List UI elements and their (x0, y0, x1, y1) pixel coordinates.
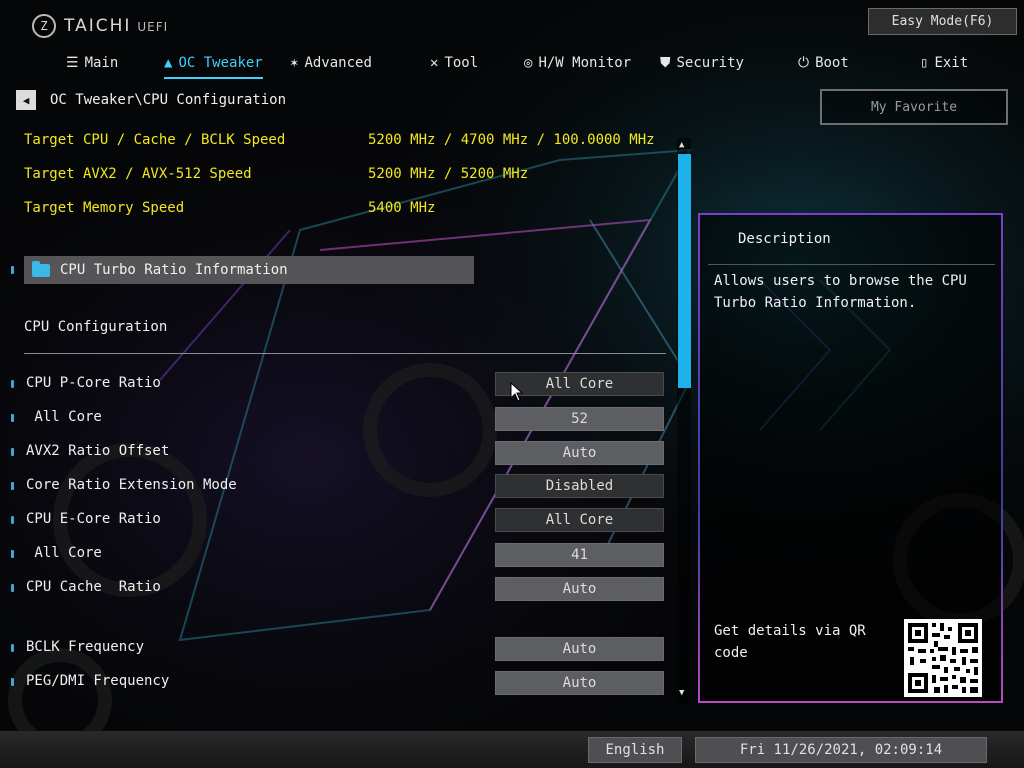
option-label-ratio-extension: Core Ratio Extension Mode (26, 477, 237, 493)
option-label-avx2-offset: AVX2 Ratio Offset (26, 443, 170, 459)
rocket-icon: ▲ (164, 55, 173, 71)
tab-advanced[interactable]: ✶ Advanced (290, 50, 372, 76)
tab-advanced-label: Advanced (304, 55, 372, 71)
folder-icon (32, 260, 50, 277)
option-value-ratio-extension[interactable]: Disabled (495, 474, 664, 498)
info-label-memory-speed: Target Memory Speed (24, 200, 185, 216)
datetime-display: Fri 11/26/2021, 02:09:14 (695, 737, 987, 763)
tab-hw-monitor-label: H/W Monitor (538, 55, 632, 71)
option-label-p-core-all-core: All Core (26, 409, 102, 425)
tab-security-label: Security (676, 55, 744, 71)
info-value-memory-speed: 5400 MHz (368, 200, 436, 216)
breadcrumb-path: OC Tweaker\CPU Configuration (50, 92, 287, 108)
easy-mode-button[interactable]: Easy Mode(F6) (868, 8, 1017, 35)
crosshair-icon: ◎ (524, 55, 533, 71)
option-label-bclk-frequency: BCLK Frequency (26, 639, 145, 655)
qr-code-icon (904, 619, 982, 697)
submenu-cpu-turbo-ratio[interactable]: CPU Turbo Ratio Information (24, 256, 474, 284)
section-title: CPU Configuration (24, 319, 168, 335)
tab-oc-tweaker[interactable]: ▲ OC Tweaker (164, 50, 263, 79)
option-label-e-core-ratio: CPU E-Core Ratio (26, 511, 161, 527)
language-button[interactable]: English (588, 737, 682, 763)
tab-oc-tweaker-label: OC Tweaker (178, 55, 263, 71)
tab-tool[interactable]: ✕ Tool (430, 50, 478, 76)
section-divider (24, 353, 666, 354)
scroll-up-arrow-icon[interactable]: ▲ (679, 140, 684, 150)
tab-main-label: Main (84, 55, 119, 71)
brand-suffix: UEFI (137, 20, 169, 34)
scrollbar-thumb[interactable] (678, 154, 691, 388)
option-value-avx2-offset[interactable]: Auto (495, 441, 664, 465)
option-label-p-core-ratio: CPU P-Core Ratio (26, 375, 161, 391)
tab-security[interactable]: ⛊ Security (660, 50, 744, 76)
row-marker (11, 266, 14, 274)
row-marker (11, 550, 14, 558)
option-value-e-core-all-core[interactable]: 41 (495, 543, 664, 567)
tab-tool-label: Tool (444, 55, 479, 71)
option-label-peg-dmi-frequency: PEG/DMI Frequency (26, 673, 170, 689)
breadcrumb: ◀ OC Tweaker\CPU Configuration (16, 90, 286, 110)
brand-name: TAICHI (64, 16, 132, 36)
qr-caption: Get details via QR code (714, 623, 866, 661)
description-divider (708, 264, 995, 265)
description-title: Description (738, 231, 831, 247)
tools-icon: ✕ (430, 55, 439, 71)
back-button[interactable]: ◀ (16, 90, 36, 110)
row-marker (11, 380, 14, 388)
star-icon: ✶ (290, 55, 299, 71)
info-value-avx-speed: 5200 MHz / 5200 MHz (368, 166, 529, 182)
tab-exit[interactable]: ▯ Exit (920, 50, 968, 76)
gear-logo-icon: Z (32, 14, 56, 38)
info-label-avx-speed: Target AVX2 / AVX-512 Speed (24, 166, 252, 182)
row-marker (11, 678, 14, 686)
option-label-cache-ratio: CPU Cache Ratio (26, 579, 161, 595)
option-value-e-core-ratio[interactable]: All Core (495, 508, 664, 532)
arrow-left-icon: ◀ (22, 93, 30, 107)
row-marker (11, 448, 14, 456)
tab-boot[interactable]: ⏻ Boot (798, 50, 849, 76)
list-icon: ☰ (66, 55, 79, 71)
row-marker (11, 482, 14, 490)
row-marker (11, 644, 14, 652)
row-marker (11, 516, 14, 524)
option-label-e-core-all-core: All Core (26, 545, 102, 561)
scroll-down-arrow-icon[interactable]: ▼ (679, 688, 684, 698)
power-icon: ⏻ (798, 55, 810, 71)
submenu-label: CPU Turbo Ratio Information (60, 262, 288, 278)
info-value-cpu-speed: 5200 MHz / 4700 MHz / 100.0000 MHz (368, 132, 655, 148)
tab-hw-monitor[interactable]: ◎ H/W Monitor (524, 50, 631, 76)
option-value-cache-ratio[interactable]: Auto (495, 577, 664, 601)
info-label-cpu-speed: Target CPU / Cache / BCLK Speed (24, 132, 286, 148)
main-nav: ☰ Main ▲ OC Tweaker ✶ Advanced ✕ Tool ◎ … (58, 50, 988, 79)
row-marker (11, 414, 14, 422)
exit-door-icon: ▯ (920, 55, 929, 71)
tab-main[interactable]: ☰ Main (66, 50, 118, 76)
my-favorite-button[interactable]: My Favorite (820, 89, 1008, 125)
tab-boot-label: Boot (815, 55, 849, 71)
option-value-p-core-all-core[interactable]: 52 (495, 407, 664, 431)
row-marker (11, 584, 14, 592)
option-value-peg-dmi-frequency[interactable]: Auto (495, 671, 664, 695)
brand-logo: Z TAICHI UEFI (32, 14, 168, 38)
mouse-cursor-icon (510, 382, 524, 402)
shield-icon: ⛊ (660, 55, 671, 71)
tab-exit-label: Exit (934, 55, 969, 71)
description-text: Allows users to browse the CPU Turbo Rat… (714, 273, 967, 311)
option-value-bclk-frequency[interactable]: Auto (495, 637, 664, 661)
